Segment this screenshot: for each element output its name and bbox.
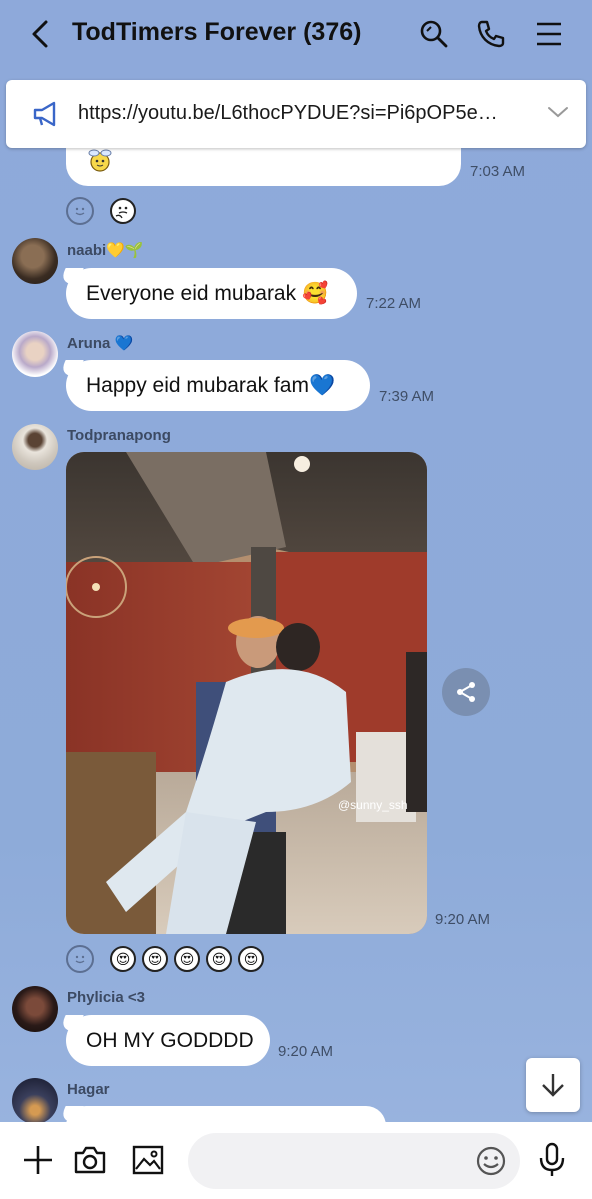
composer-bar: [0, 1122, 592, 1199]
scroll-to-bottom-button[interactable]: [526, 1058, 580, 1112]
bee-sticker-icon: [86, 146, 114, 174]
heart-eyes-reaction[interactable]: 😍: [142, 946, 168, 972]
sender-name: Aruna 💙: [67, 335, 134, 352]
message-time: 7:22 AM: [366, 295, 422, 312]
plus-icon[interactable]: [18, 1140, 58, 1180]
chat-title[interactable]: TodTimers Forever (376): [72, 18, 361, 47]
message-text: OH MY GODDDD: [86, 1028, 254, 1052]
add-reaction-icon[interactable]: [66, 945, 94, 973]
sender-name: Phylicia <3: [67, 989, 145, 1006]
menu-icon[interactable]: [529, 14, 569, 54]
mic-icon[interactable]: [532, 1140, 572, 1180]
heart-eyes-reaction[interactable]: 😍: [110, 946, 136, 972]
avatar[interactable]: [12, 331, 58, 377]
avatar[interactable]: [12, 1078, 58, 1124]
megaphone-icon: [32, 100, 62, 128]
message-time: 7:03 AM: [470, 163, 526, 180]
announcement-banner[interactable]: https://youtu.be/L6thocPYDUE?si=Pi6pOP5e…: [6, 80, 586, 148]
message-time: 9:20 AM: [435, 911, 491, 928]
heart-eyes-reaction[interactable]: 😍: [238, 946, 264, 972]
chat-screen: TodTimers Forever (376) 7:03 AM https://…: [0, 0, 592, 1199]
search-icon[interactable]: [414, 14, 454, 54]
thinking-reaction-icon[interactable]: [110, 198, 136, 224]
image-icon[interactable]: [128, 1140, 168, 1180]
heart-eyes-reaction[interactable]: 😍: [174, 946, 200, 972]
message-bubble[interactable]: Everyone eid mubarak 🥰: [66, 268, 357, 319]
chat-header: TodTimers Forever (376): [0, 0, 592, 72]
sender-name: naabi💛🌱: [67, 242, 144, 259]
emoji-icon[interactable]: [472, 1142, 510, 1180]
message-text: Happy eid mubarak fam💙: [86, 373, 336, 397]
avatar[interactable]: [12, 986, 58, 1032]
heart-eyes-reaction[interactable]: 😍: [206, 946, 232, 972]
announcement-text[interactable]: https://youtu.be/L6thocPYDUE?si=Pi6pOP5e…: [78, 102, 518, 125]
back-arrow-icon[interactable]: [24, 16, 56, 52]
message-bubble[interactable]: Happy eid mubarak fam💙: [66, 360, 370, 411]
sender-name: Hagar: [67, 1081, 110, 1098]
sender-name: Todpranapong: [67, 427, 171, 444]
chevron-down-icon[interactable]: [546, 104, 570, 124]
avatar[interactable]: [12, 424, 58, 470]
avatar[interactable]: [12, 238, 58, 284]
add-reaction-icon[interactable]: [66, 197, 94, 225]
phone-icon[interactable]: [471, 14, 511, 54]
shared-photo[interactable]: @sunny_ssh: [66, 452, 427, 934]
arrow-down-icon: [542, 1074, 564, 1097]
message-time: 7:39 AM: [379, 388, 435, 405]
camera-icon[interactable]: [70, 1140, 110, 1180]
share-icon[interactable]: [442, 668, 490, 716]
message-text: Everyone eid mubarak 🥰: [86, 281, 329, 305]
message-bubble[interactable]: OH MY GODDDD: [66, 1015, 270, 1066]
photo-watermark: @sunny_ssh: [338, 798, 408, 812]
message-time: 9:20 AM: [278, 1043, 334, 1060]
message-input[interactable]: [188, 1133, 520, 1189]
